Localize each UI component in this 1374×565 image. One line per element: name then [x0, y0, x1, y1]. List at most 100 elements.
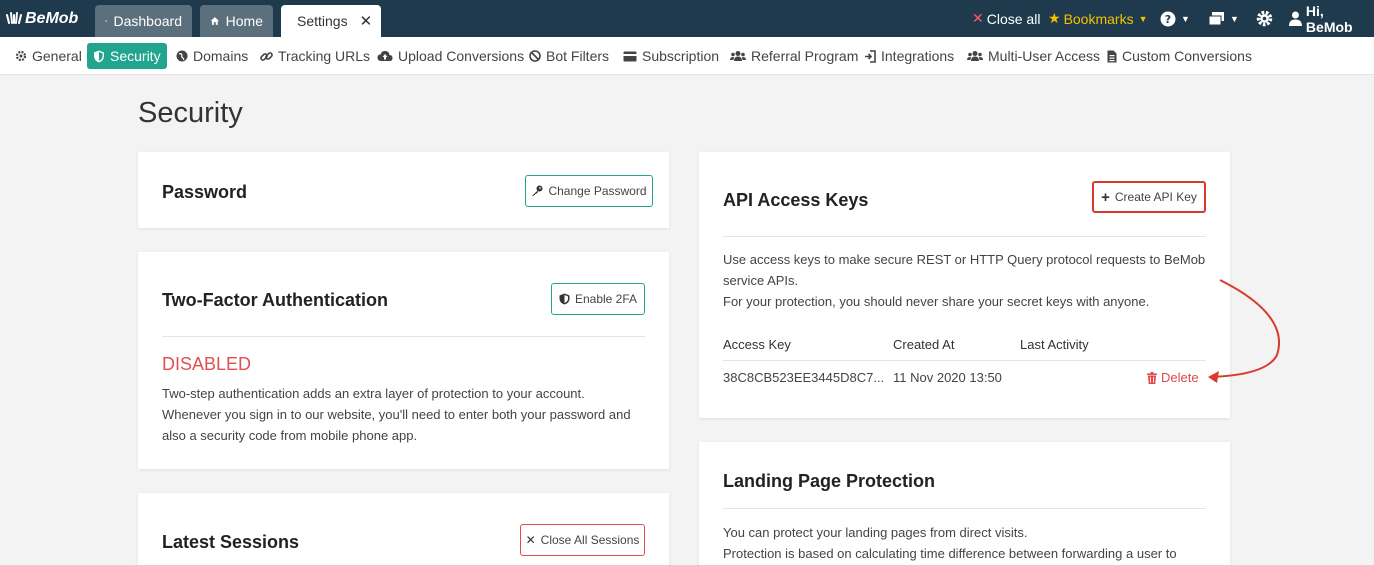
chevron-down-icon: ▼	[1181, 13, 1190, 24]
ban-icon	[529, 50, 541, 62]
user-icon	[1288, 11, 1302, 26]
subnav-label: Bot Filters	[546, 48, 610, 64]
top-bar: BeMob Dashboard Home Settings ✕ ✕ Close …	[0, 0, 1374, 37]
sessions-card: Latest Sessions ✕ Close All Sessions	[138, 493, 669, 565]
tab-label: Dashboard	[113, 13, 183, 29]
subnav-multi-user-access[interactable]: Multi-User Access	[961, 43, 1106, 69]
subnav-label: Tracking URLs	[278, 48, 371, 64]
description-line: also a security code from mobile phone a…	[162, 428, 418, 443]
landing-protection-description: You can protect your landing pages from …	[723, 522, 1213, 564]
subnav-security[interactable]: Security	[87, 43, 167, 69]
close-all-button[interactable]: ✕ Close all	[972, 0, 1040, 37]
column-header-last-activity: Last Activity	[1020, 337, 1089, 352]
page-title: Security	[138, 97, 243, 129]
description-line: For your protection, you should never sh…	[723, 294, 1150, 309]
subnav-referral-program[interactable]: Referral Program	[724, 43, 864, 69]
close-all-label: Close all	[986, 10, 1041, 27]
subnav-upload-conversions[interactable]: Upload Conversions	[371, 43, 530, 69]
create-api-key-button[interactable]: + Create API Key	[1092, 181, 1206, 213]
key-icon	[532, 185, 543, 196]
tab-label: Settings	[297, 13, 348, 29]
settings-button[interactable]	[1256, 0, 1273, 37]
user-menu[interactable]: Hi, BeMob	[1288, 0, 1374, 37]
button-label: Create API Key	[1114, 190, 1197, 204]
api-keys-title: API Access Keys	[723, 190, 869, 210]
two-factor-title: Two-Factor Authentication	[162, 290, 388, 310]
column-header-created-at: Created At	[893, 337, 955, 352]
svg-text:?: ?	[1165, 13, 1171, 26]
column-header-access-key: Access Key	[723, 337, 791, 352]
delete-api-key-button[interactable]: Delete	[1147, 370, 1199, 385]
subnav-domains[interactable]: Domains	[170, 43, 254, 69]
tab-home[interactable]: Home	[200, 5, 273, 37]
card-divider	[162, 336, 645, 337]
subnav-bot-filters[interactable]: Bot Filters	[523, 43, 615, 69]
gear-icon	[1256, 10, 1273, 27]
close-all-sessions-button[interactable]: ✕ Close All Sessions	[520, 524, 645, 556]
users-icon	[730, 51, 746, 61]
landing-protection-title: Landing Page Protection	[723, 471, 936, 491]
globe-icon	[176, 50, 188, 62]
plus-icon: +	[1101, 188, 1110, 206]
close-tab-icon[interactable]: ✕	[360, 12, 373, 30]
change-password-button[interactable]: Change Password	[525, 175, 653, 207]
sessions-title: Latest Sessions	[162, 532, 300, 552]
users-icon	[967, 51, 983, 61]
table-divider	[723, 360, 1206, 361]
close-icon: ✕	[972, 10, 984, 26]
subnav-integrations[interactable]: Integrations	[858, 43, 960, 69]
subnav-label: General	[32, 48, 82, 64]
tab-label: Home	[225, 13, 263, 29]
annotation-arrow	[1208, 279, 1280, 383]
chevron-down-icon: ▼	[1138, 13, 1148, 24]
subnav-custom-conversions[interactable]: Custom Conversions	[1101, 43, 1258, 69]
tab-dashboard[interactable]: Dashboard	[95, 5, 192, 37]
windows-menu[interactable]: ▼	[1208, 0, 1239, 37]
two-factor-card: Two-Factor Authentication Enable 2FA DIS…	[138, 252, 669, 469]
help-icon: ?	[1160, 11, 1176, 26]
bemob-logo[interactable]: BeMob	[6, 10, 78, 28]
sign-in-icon	[865, 49, 876, 63]
chevron-down-icon: ▼	[1230, 13, 1239, 24]
subnav-general[interactable]: General	[9, 43, 88, 69]
home-icon	[210, 17, 219, 25]
password-title: Password	[162, 182, 248, 202]
user-greeting: Hi, BeMob	[1305, 2, 1353, 35]
subnav-tracking-urls[interactable]: Tracking URLs	[254, 43, 376, 69]
api-keys-card: API Access Keys + Create API Key Use acc…	[699, 152, 1230, 418]
shield-icon	[94, 50, 104, 62]
button-label: Change Password	[548, 184, 647, 198]
subnav-label: Subscription	[642, 48, 720, 64]
tab-settings[interactable]: Settings ✕	[281, 5, 381, 37]
gear-icon	[15, 50, 27, 62]
api-key-created: 11 Nov 2020 13:50	[893, 370, 1002, 385]
enable-2fa-button[interactable]: Enable 2FA	[551, 283, 645, 315]
bookmarks-label: Bookmarks	[1063, 10, 1134, 27]
logo-icon	[6, 12, 22, 24]
help-menu[interactable]: ? ▼	[1160, 0, 1190, 37]
shield-icon	[559, 293, 570, 305]
subnav-label: Integrations	[881, 48, 955, 64]
bookmarks-menu[interactable]: ★ Bookmarks ▼	[1048, 0, 1148, 37]
subnav-label: Multi-User Access	[988, 48, 1101, 64]
api-key-value: 38C8CB523EE3445D8C7...	[723, 370, 885, 385]
logo-text: BeMob	[25, 10, 79, 27]
status-badge: DISABLED	[162, 354, 252, 374]
subnav-subscription[interactable]: Subscription	[617, 43, 725, 69]
settings-subnav: General Security Domains Tracking URLs U…	[0, 37, 1374, 75]
subnav-label: Domains	[193, 48, 249, 64]
two-factor-description: Two-step authentication adds an extra la…	[162, 383, 652, 446]
password-card: Password Change Password	[138, 152, 669, 228]
card-divider	[723, 508, 1206, 509]
description-line: Use access keys to make secure REST or H…	[723, 252, 1206, 267]
button-label: Enable 2FA	[574, 292, 638, 306]
api-keys-description: Use access keys to make secure REST or H…	[723, 249, 1213, 312]
subnav-label: Security	[110, 48, 161, 64]
subnav-label: Referral Program	[751, 48, 859, 64]
dashboard-icon	[105, 20, 108, 22]
subnav-label: Custom Conversions	[1122, 48, 1252, 64]
subnav-label: Upload Conversions	[398, 48, 525, 64]
button-label: Close All Sessions	[540, 533, 640, 547]
close-icon: ✕	[525, 533, 536, 547]
star-icon: ★	[1048, 10, 1061, 26]
